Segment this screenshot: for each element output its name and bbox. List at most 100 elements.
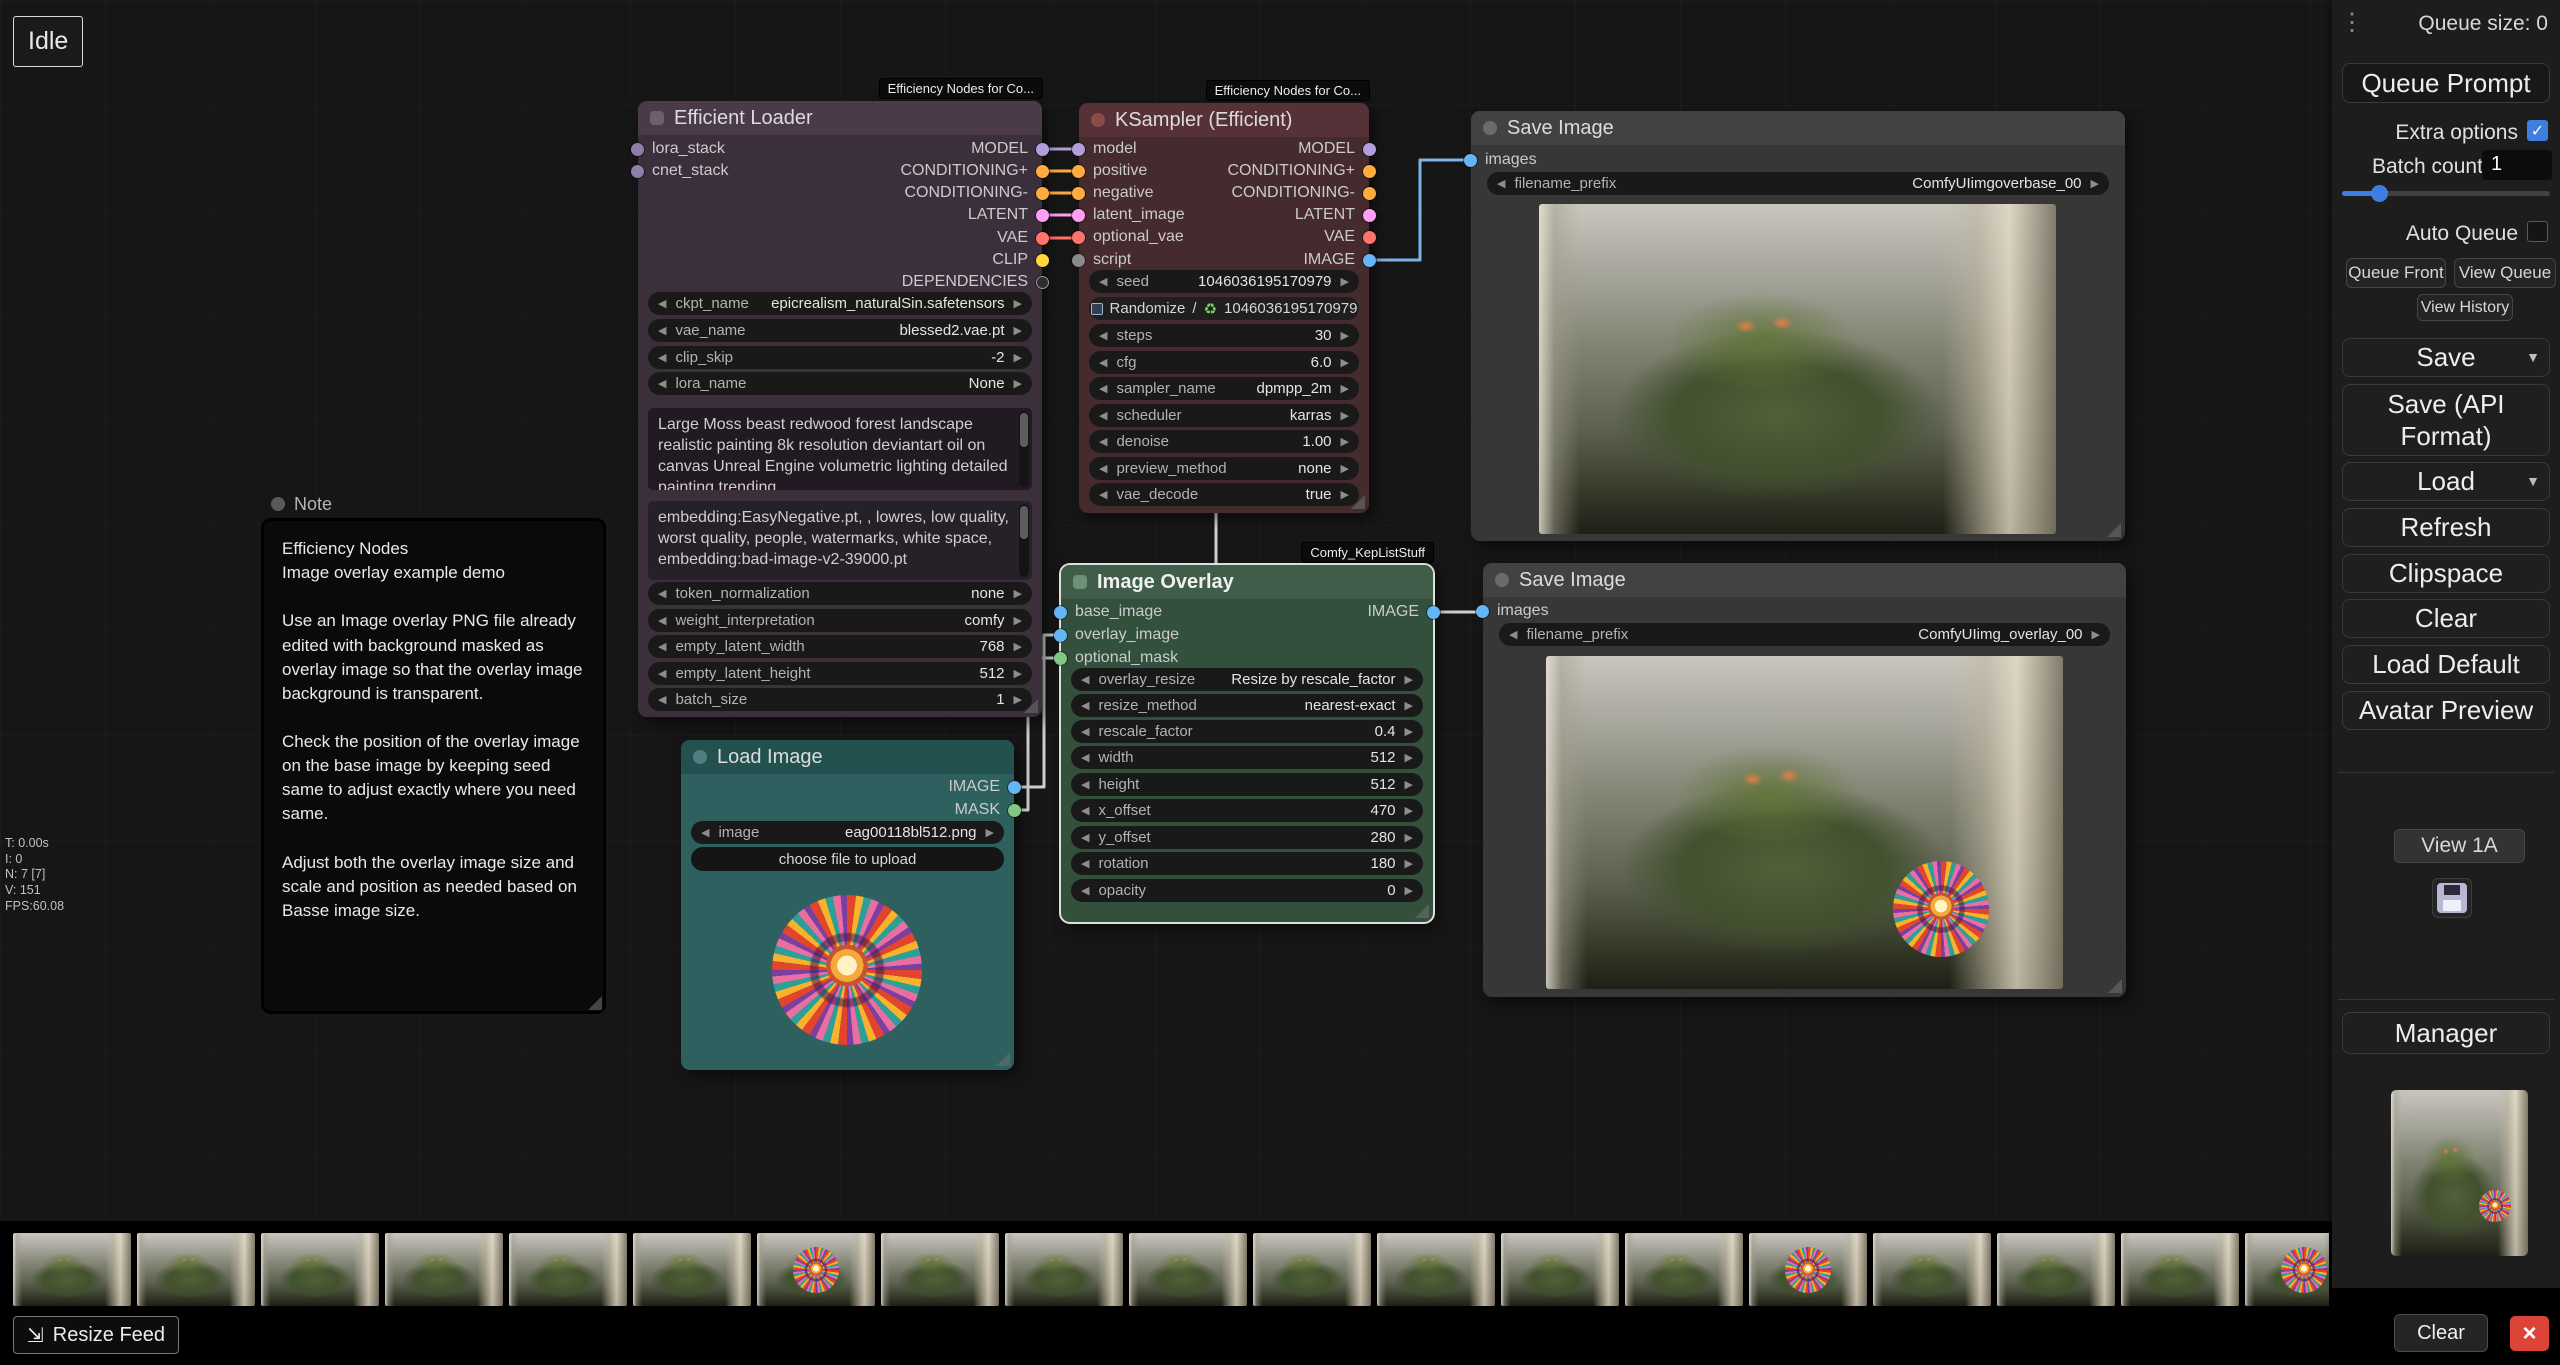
widget-cfg[interactable]: cfg 6.0 (1089, 351, 1359, 374)
collapse-dot-icon[interactable] (693, 750, 707, 764)
widget-sampler-name[interactable]: sampler_name dpmpp_2m (1089, 377, 1359, 400)
collapse-dot-icon[interactable] (650, 111, 664, 125)
slot-dot[interactable] (631, 143, 644, 156)
slot-dot[interactable] (1363, 254, 1376, 267)
input-slot-optional-mask[interactable]: optional_mask (1054, 647, 1178, 669)
load-default-button[interactable]: Load Default (2342, 645, 2550, 684)
feed-thumbnail[interactable] (1625, 1233, 1743, 1306)
widget-width[interactable]: width 512 (1071, 746, 1423, 769)
node-titlebar[interactable]: Save Image (1471, 111, 2125, 145)
input-slot-positive[interactable]: positive (1072, 160, 1147, 182)
feed-thumbnail[interactable] (1005, 1233, 1123, 1306)
output-slot-vae[interactable]: VAE (997, 227, 1049, 249)
widget-opacity[interactable]: opacity 0 (1071, 879, 1423, 902)
node-resize-handle[interactable] (588, 996, 602, 1010)
node-save-image-base[interactable]: Save Image images filename_prefix ComfyU… (1471, 111, 2125, 541)
input-slot-script[interactable]: script (1072, 249, 1131, 271)
node-resize-handle[interactable] (1351, 495, 1365, 509)
dropdown-icon[interactable]: ▼ (2526, 473, 2540, 491)
negative-prompt-textarea[interactable]: embedding:EasyNegative.pt, , lowres, low… (648, 501, 1032, 580)
node-resize-handle[interactable] (2107, 523, 2121, 537)
node-titlebar[interactable]: Save Image (1483, 563, 2126, 597)
slot-dot[interactable] (1363, 209, 1376, 222)
feed-thumbnail[interactable] (2245, 1233, 2329, 1306)
collapse-dot-icon[interactable] (1073, 575, 1087, 589)
slot-dot[interactable] (1036, 143, 1049, 156)
output-slot-image[interactable]: IMAGE (948, 776, 1021, 798)
extra-options-checkbox[interactable]: ✓ (2527, 120, 2548, 141)
output-slot-dependencies[interactable]: DEPENDENCIES (902, 271, 1049, 293)
output-slot-conditioning-minus[interactable]: CONDITIONING- (1231, 182, 1376, 204)
node-note[interactable]: Note Efficiency Nodes Image overlay exam… (261, 490, 606, 1014)
feed-thumbnail[interactable] (509, 1233, 627, 1306)
output-slot-vae[interactable]: VAE (1324, 226, 1376, 248)
output-slot-latent[interactable]: LATENT (1295, 204, 1376, 226)
feed-thumbnail[interactable] (633, 1233, 751, 1306)
slider-thumb[interactable] (2371, 185, 2388, 202)
output-slot-latent[interactable]: LATENT (968, 204, 1049, 226)
output-slot-model[interactable]: MODEL (971, 138, 1049, 160)
feed-thumbnail[interactable] (13, 1233, 131, 1306)
widget-vae-decode[interactable]: vae_decode true (1089, 483, 1359, 506)
textarea-scrollbar[interactable] (1019, 504, 1029, 577)
output-slot-conditioning-plus[interactable]: CONDITIONING+ (1227, 160, 1376, 182)
slot-dot[interactable] (1008, 781, 1021, 794)
feed-close-button[interactable]: × (2510, 1316, 2549, 1351)
slot-dot[interactable] (1072, 165, 1085, 178)
node-graph-canvas[interactable]: Efficiency Nodes for Co... Efficient Loa… (0, 0, 2560, 1365)
input-slot-negative[interactable]: negative (1072, 182, 1154, 204)
output-slot-image[interactable]: IMAGE (1303, 249, 1376, 271)
avatar-preview-button[interactable]: Avatar Preview (2342, 691, 2550, 730)
batch-count-input[interactable]: 1 (2482, 150, 2552, 180)
clear-button[interactable]: Clear (2342, 599, 2550, 638)
slot-dot[interactable] (1363, 143, 1376, 156)
widget-scheduler[interactable]: scheduler karras (1089, 404, 1359, 427)
auto-queue-checkbox[interactable] (2527, 221, 2548, 242)
slot-dot[interactable] (1036, 276, 1049, 289)
load-button[interactable]: Load ▼ (2342, 462, 2550, 501)
slot-dot[interactable] (1054, 629, 1067, 642)
widget-y-offset[interactable]: y_offset 280 (1071, 826, 1423, 849)
input-slot-lora-stack[interactable]: lora_stack (631, 138, 725, 160)
slot-dot[interactable] (1363, 165, 1376, 178)
slot-dot[interactable] (1036, 209, 1049, 222)
feed-thumbnail[interactable] (385, 1233, 503, 1306)
node-titlebar[interactable]: KSampler (Efficient) (1079, 103, 1369, 137)
save-avatar-button[interactable] (2432, 878, 2472, 918)
widget-preview-method[interactable]: preview_method none (1089, 457, 1359, 480)
output-slot-image[interactable]: IMAGE (1367, 601, 1440, 623)
feed-thumbnail[interactable] (1377, 1233, 1495, 1306)
resize-feed-button[interactable]: ⇲ Resize Feed (13, 1316, 179, 1354)
refresh-button[interactable]: Refresh (2342, 508, 2550, 547)
node-image-overlay[interactable]: Comfy_KepListStuff Image Overlay base_im… (1061, 565, 1433, 922)
input-slot-optional-vae[interactable]: optional_vae (1072, 226, 1184, 248)
input-slot-images[interactable]: images (1476, 600, 1549, 622)
input-slot-images[interactable]: images (1464, 149, 1537, 171)
node-save-image-overlay[interactable]: Save Image images filename_prefix ComfyU… (1483, 563, 2126, 997)
node-ksampler-efficient[interactable]: Efficiency Nodes for Co... KSampler (Eff… (1079, 103, 1369, 513)
slot-dot[interactable] (1036, 254, 1049, 267)
widget-ckpt-name[interactable]: ckpt_name epicrealism_naturalSin.safeten… (648, 292, 1032, 315)
slot-dot[interactable] (1363, 231, 1376, 244)
widget-filename-prefix[interactable]: filename_prefix ComfyUIimgoverbase_00 (1487, 172, 2109, 195)
node-resize-handle[interactable] (1415, 904, 1429, 918)
save-button[interactable]: Save ▼ (2342, 338, 2550, 377)
positive-prompt-textarea[interactable]: Large Moss beast redwood forest landscap… (648, 408, 1032, 490)
slot-dot[interactable] (1363, 187, 1376, 200)
widget-x-offset[interactable]: x_offset 470 (1071, 799, 1423, 822)
node-titlebar[interactable]: Load Image (681, 740, 1014, 774)
widget-denoise[interactable]: denoise 1.00 (1089, 430, 1359, 453)
collapse-dot-icon[interactable] (1495, 573, 1509, 587)
widget-filename-prefix[interactable]: filename_prefix ComfyUIimg_overlay_00 (1499, 623, 2110, 646)
widget-empty-latent-width[interactable]: empty_latent_width 768 (648, 635, 1032, 658)
node-titlebar[interactable]: Efficient Loader (638, 101, 1042, 135)
input-slot-base-image[interactable]: base_image (1054, 601, 1162, 623)
widget-height[interactable]: height 512 (1071, 773, 1423, 796)
dropdown-icon[interactable]: ▼ (2526, 349, 2540, 367)
slot-dot[interactable] (1072, 254, 1085, 267)
node-titlebar[interactable]: Image Overlay (1061, 565, 1433, 599)
slot-dot[interactable] (1072, 187, 1085, 200)
output-slot-conditioning-minus[interactable]: CONDITIONING- (904, 182, 1049, 204)
collapse-dot-icon[interactable] (1483, 121, 1497, 135)
widget-rescale-factor[interactable]: rescale_factor 0.4 (1071, 720, 1423, 743)
